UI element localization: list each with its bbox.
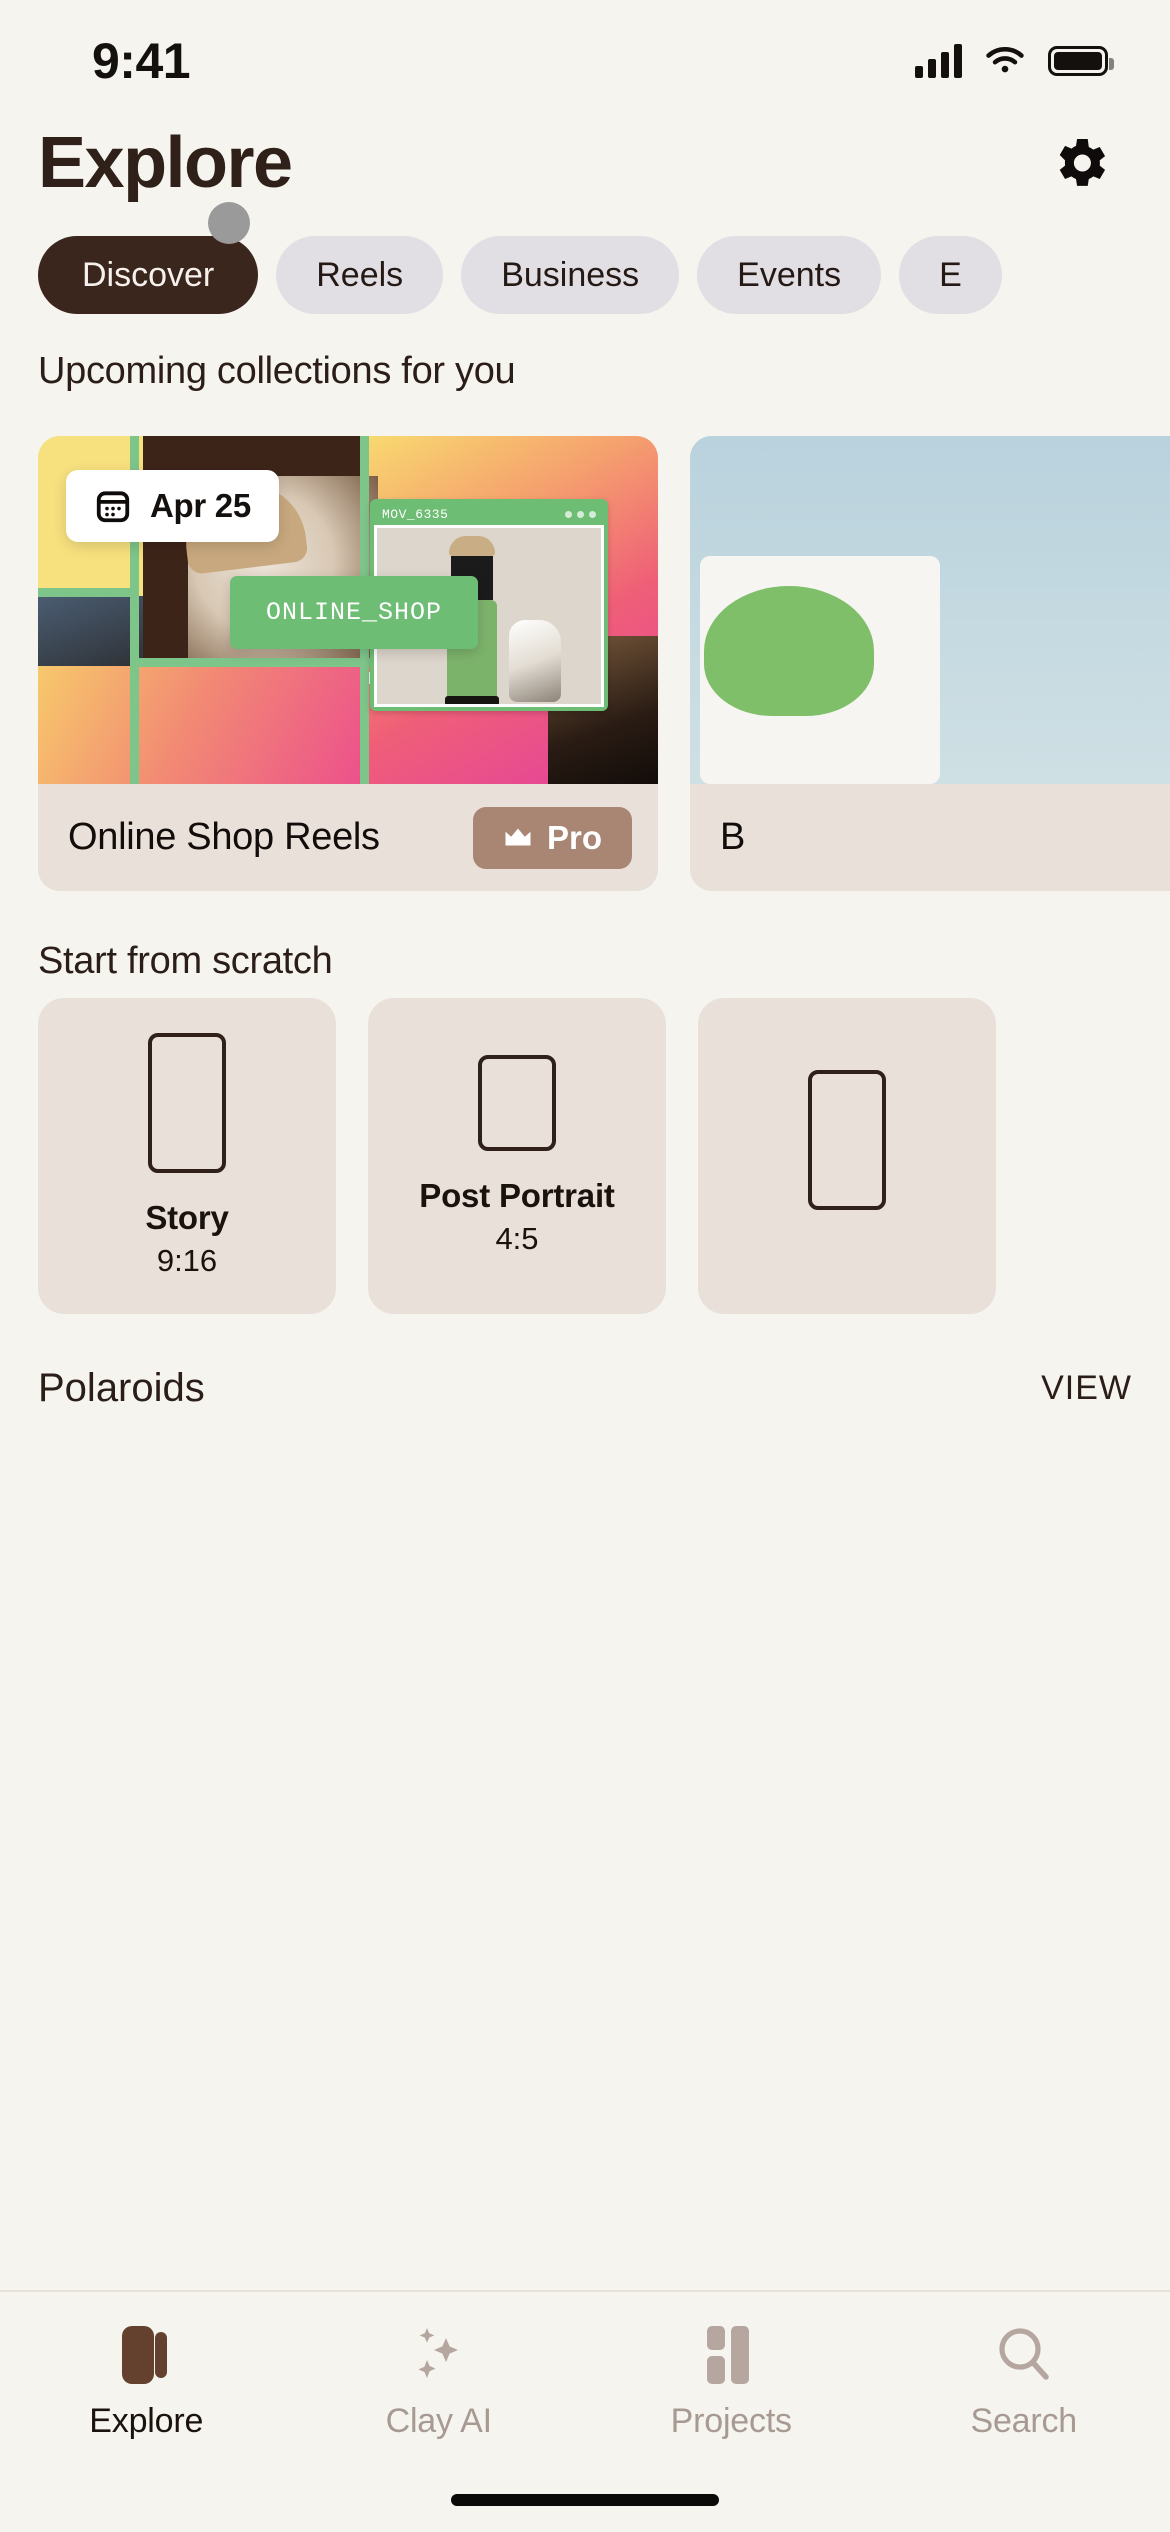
- scratch-card-title: Post Portrait: [419, 1177, 615, 1214]
- tab-clay-ai[interactable]: Clay AI: [293, 2324, 586, 2441]
- portrait-frame-icon: [478, 1055, 556, 1151]
- scratch-carousel[interactable]: Story 9:16 Post Portrait 4:5: [0, 998, 1170, 1314]
- tab-projects-label: Projects: [670, 2402, 792, 2440]
- dog-figure: [509, 620, 561, 702]
- status-bar: 9:41: [0, 0, 1170, 100]
- tab-search[interactable]: Search: [878, 2324, 1170, 2441]
- projects-grid-icon: [705, 2324, 757, 2386]
- date-badge-label: Apr 25: [150, 487, 251, 524]
- scratch-card-post-portrait[interactable]: Post Portrait 4:5: [368, 998, 666, 1314]
- chip-business[interactable]: Business: [461, 236, 680, 314]
- chip-discover[interactable]: Discover: [38, 236, 259, 314]
- collection-card-title: B: [720, 816, 746, 858]
- battery-icon: [1048, 46, 1114, 76]
- shop-banner-label: ONLINE_SHOP: [265, 598, 443, 627]
- collection-card-footer: B: [690, 784, 1170, 891]
- touch-indicator: [208, 202, 250, 244]
- tab-explore-label: Explore: [89, 2402, 204, 2440]
- mov-window-titlebar: MOV_6335: [374, 503, 604, 525]
- explore-book-icon: [118, 2324, 174, 2386]
- pro-badge-label: Pro: [546, 818, 602, 856]
- date-badge: Apr 25: [66, 470, 279, 542]
- collection-card-title: Online Shop Reels: [68, 816, 380, 858]
- collection-card-image: MOV_6335 Apr 25 ONLINE_SHOP: [38, 436, 658, 784]
- section-title-polaroids: Polaroids: [38, 1365, 205, 1410]
- bottom-tab-bar[interactable]: Explore Clay AI Projects Search: [0, 2290, 1170, 2532]
- collection-card[interactable]: B: [690, 436, 1170, 891]
- scratch-card-story[interactable]: Story 9:16: [38, 998, 336, 1314]
- calendar-icon: [96, 491, 130, 523]
- home-indicator: [451, 2494, 719, 2506]
- sparkles-icon: [410, 2324, 468, 2386]
- category-chip-row[interactable]: Discover Reels Business Events E: [0, 236, 1170, 314]
- tab-explore[interactable]: Explore: [0, 2324, 293, 2441]
- section-title-scratch: Start from scratch: [38, 940, 333, 982]
- partial-section-row: Polaroids VIEW: [0, 1358, 1170, 1418]
- collection-card[interactable]: MOV_6335 Apr 25 ONLINE_SHOP Online Shop …: [38, 436, 658, 891]
- scratch-card-ratio: 4:5: [495, 1221, 539, 1256]
- portrait-frame-icon: [148, 1033, 226, 1173]
- chip-reels[interactable]: Reels: [276, 236, 444, 314]
- window-dots-icon: [565, 510, 596, 518]
- section-title-collections: Upcoming collections for you: [38, 350, 516, 392]
- pro-badge[interactable]: Pro: [472, 806, 632, 869]
- tab-clay-ai-label: Clay AI: [385, 2402, 493, 2440]
- chip-extra[interactable]: E: [899, 236, 1002, 314]
- crown-icon: [505, 828, 531, 845]
- search-icon: [996, 2324, 1052, 2386]
- collection-card-footer: Online Shop Reels Pro: [38, 784, 658, 891]
- wifi-icon: [986, 47, 1024, 73]
- gear-icon[interactable]: [1048, 131, 1112, 195]
- scratch-card-title: Story: [145, 1199, 229, 1236]
- page-header: Explore: [0, 108, 1170, 218]
- status-time: 9:41: [92, 33, 191, 89]
- mov-window-label: MOV_6335: [382, 506, 449, 522]
- view-all-link[interactable]: VIEW: [1041, 1369, 1132, 1408]
- status-icons: [915, 44, 1114, 78]
- portrait-frame-icon: [808, 1070, 886, 1210]
- scratch-card-ratio: 9:16: [156, 1243, 218, 1278]
- shop-banner: ONLINE_SHOP: [230, 576, 478, 649]
- cellular-signal-icon: [915, 44, 962, 78]
- scratch-card-next[interactable]: [698, 998, 996, 1314]
- collections-carousel[interactable]: MOV_6335 Apr 25 ONLINE_SHOP Online Shop …: [0, 436, 1170, 891]
- tab-projects[interactable]: Projects: [585, 2324, 878, 2441]
- collection-card-image: [690, 436, 1170, 784]
- chip-events[interactable]: Events: [697, 236, 882, 314]
- tab-search-label: Search: [970, 2402, 1078, 2440]
- page-title: Explore: [38, 123, 293, 203]
